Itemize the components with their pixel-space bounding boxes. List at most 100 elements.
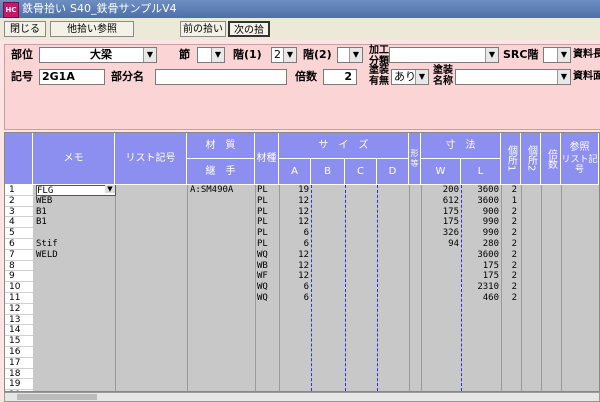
zai-cell[interactable] xyxy=(190,239,254,250)
kosho1-cell[interactable]: 2 xyxy=(501,185,517,196)
horizontal-scrollbar[interactable] xyxy=(4,392,600,402)
w-cell[interactable] xyxy=(421,336,459,347)
w-cell[interactable] xyxy=(421,315,459,326)
l-cell[interactable] xyxy=(461,358,499,369)
table-row[interactable]: 17 xyxy=(5,357,599,369)
size-a-cell[interactable]: 6 xyxy=(279,239,309,250)
w-cell[interactable] xyxy=(421,379,459,390)
zaishu-cell[interactable]: WQ xyxy=(257,250,279,261)
zaishu-cell[interactable]: WF xyxy=(257,271,279,282)
w-cell[interactable] xyxy=(421,369,459,380)
kosho1-cell[interactable]: 2 xyxy=(501,207,517,218)
size-a-cell[interactable] xyxy=(279,315,309,326)
kosho1-cell[interactable] xyxy=(501,358,517,369)
w-cell[interactable] xyxy=(421,325,459,336)
kosho1-cell[interactable]: 2 xyxy=(501,282,517,293)
zaishu-cell[interactable]: PL xyxy=(257,239,279,250)
setsu-select[interactable]: ▼ xyxy=(197,47,225,63)
table-row[interactable]: 9 WF 12 175 2 xyxy=(5,271,599,283)
table-row[interactable]: 13 xyxy=(5,314,599,326)
memo-cell[interactable]: WELD xyxy=(36,250,114,261)
chevron-down-icon[interactable]: ▼ xyxy=(105,185,115,193)
zaishu-cell[interactable] xyxy=(257,379,279,390)
zai-cell[interactable] xyxy=(190,261,254,272)
table-row[interactable]: 1 FLG ▼ A:SM490A PL 19 200 3600 2 xyxy=(5,185,599,196)
memo-cell[interactable]: B1 xyxy=(36,207,114,218)
memo-cell[interactable] xyxy=(36,228,114,239)
w-cell[interactable]: 175 xyxy=(421,217,459,228)
l-cell[interactable]: 900 xyxy=(461,207,499,218)
size-a-cell[interactable] xyxy=(279,304,309,315)
l-cell[interactable]: 3600 xyxy=(461,250,499,261)
l-cell[interactable] xyxy=(461,369,499,380)
kosho1-cell[interactable] xyxy=(501,379,517,390)
l-cell[interactable] xyxy=(461,315,499,326)
table-row[interactable]: 15 xyxy=(5,336,599,347)
memo-cell[interactable] xyxy=(36,369,114,380)
table-row[interactable]: 6 Stif PL 6 94 280 2 xyxy=(5,239,599,250)
zai-cell[interactable] xyxy=(190,304,254,315)
zaishu-cell[interactable] xyxy=(257,315,279,326)
w-cell[interactable] xyxy=(421,250,459,261)
zai-cell[interactable] xyxy=(190,271,254,282)
kosho1-cell[interactable] xyxy=(501,347,517,358)
w-cell[interactable] xyxy=(421,282,459,293)
kosho1-cell[interactable]: 2 xyxy=(501,239,517,250)
zaishu-cell[interactable] xyxy=(257,358,279,369)
memo-cell[interactable] xyxy=(36,271,114,282)
size-a-cell[interactable]: 6 xyxy=(279,282,309,293)
zai-cell[interactable] xyxy=(190,379,254,390)
kosho1-cell[interactable]: 2 xyxy=(501,217,517,228)
kosho1-cell[interactable] xyxy=(501,369,517,380)
w-cell[interactable]: 326 xyxy=(421,228,459,239)
size-a-cell[interactable] xyxy=(279,336,309,347)
l-cell[interactable]: 3600 xyxy=(461,196,499,207)
w-cell[interactable]: 612 xyxy=(421,196,459,207)
kosho1-cell[interactable]: 2 xyxy=(501,250,517,261)
other-ref-button[interactable]: 他拾い参照 xyxy=(50,21,134,37)
table-row[interactable]: 5 PL 6 326 990 2 xyxy=(5,228,599,239)
kosho1-cell[interactable]: 2 xyxy=(501,293,517,304)
memo-cell[interactable] xyxy=(36,282,114,293)
zai-cell[interactable] xyxy=(190,217,254,228)
l-cell[interactable]: 280 xyxy=(461,239,499,250)
size-a-cell[interactable]: 12 xyxy=(279,271,309,282)
table-row[interactable]: 14 xyxy=(5,325,599,337)
l-cell[interactable] xyxy=(461,304,499,315)
w-cell[interactable] xyxy=(421,304,459,315)
l-cell[interactable] xyxy=(461,379,499,390)
size-a-cell[interactable]: 6 xyxy=(279,228,309,239)
size-a-cell[interactable]: 19 xyxy=(279,185,309,196)
table-row[interactable]: 2 WEB PL 12 612 3600 1 xyxy=(5,195,599,207)
zai-cell[interactable] xyxy=(190,325,254,336)
kosho1-cell[interactable] xyxy=(501,315,517,326)
l-cell[interactable] xyxy=(461,325,499,336)
table-row[interactable]: 8 WB 12 175 2 xyxy=(5,260,599,272)
next-button[interactable]: 次の拾い xyxy=(228,21,270,52)
memo-cell[interactable] xyxy=(36,358,114,369)
src-select[interactable]: ▼ xyxy=(543,47,571,63)
table-row[interactable]: 10 WQ 6 2310 2 xyxy=(5,282,599,293)
size-a-cell[interactable]: 12 xyxy=(279,207,309,218)
memo-cell[interactable] xyxy=(36,261,114,272)
baisu-field[interactable]: 2 xyxy=(323,69,357,85)
kai2-select[interactable]: ▼ xyxy=(337,47,363,63)
zaishu-cell[interactable]: WQ xyxy=(257,293,279,304)
tosou-mei-select[interactable]: ▼ xyxy=(455,69,571,85)
zaishu-cell[interactable] xyxy=(257,325,279,336)
scroll-thumb[interactable] xyxy=(17,394,97,400)
zaishu-cell[interactable]: PL xyxy=(257,196,279,207)
zaishu-cell[interactable]: PL xyxy=(257,228,279,239)
memo-cell[interactable] xyxy=(36,325,114,336)
kosho1-cell[interactable] xyxy=(501,325,517,336)
zai-cell[interactable] xyxy=(190,347,254,358)
size-a-cell[interactable]: 12 xyxy=(279,250,309,261)
w-cell[interactable] xyxy=(421,347,459,358)
memo-cell[interactable] xyxy=(36,293,114,304)
size-a-cell[interactable] xyxy=(279,358,309,369)
zai-cell[interactable] xyxy=(190,358,254,369)
l-cell[interactable]: 460 xyxy=(461,293,499,304)
kosho1-cell[interactable] xyxy=(501,304,517,315)
memo-cell[interactable]: B1 xyxy=(36,217,114,228)
w-cell[interactable] xyxy=(421,261,459,272)
